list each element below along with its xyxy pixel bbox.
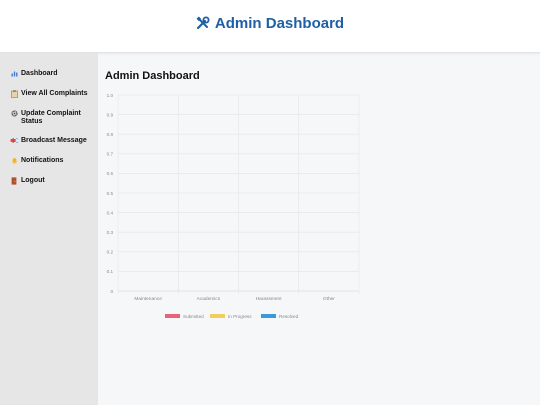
- sidebar-item-broadcast-message[interactable]: Broadcast Message: [10, 137, 94, 147]
- bell-icon: [10, 157, 18, 167]
- sidebar-item-label: Dashboard: [21, 70, 58, 77]
- sidebar-item-notifications[interactable]: Notifications: [10, 157, 94, 167]
- y-tick-label: 0.7: [107, 152, 114, 157]
- y-tick-label: 0.6: [107, 171, 114, 176]
- gear-icon: [10, 110, 18, 120]
- header-title-text: Admin Dashboard: [214, 14, 345, 32]
- legend-label: In Progress: [228, 314, 252, 319]
- y-tick-label: 0.5: [107, 191, 114, 196]
- app-header: Admin Dashboard: [0, 0, 540, 53]
- legend-swatch: [261, 314, 276, 318]
- y-tick-label: 1.0: [107, 93, 114, 98]
- legend-swatch: [210, 314, 225, 318]
- complaints-chart: 0 0.1 0.2 0.3 0.4 0.5 0.6 0.7 0.8 0.9 1.0 Maintenan…: [107, 93, 360, 319]
- door-icon: [10, 177, 18, 188]
- y-tick-label: 0.3: [107, 230, 114, 235]
- y-tick-label: 0.1: [107, 269, 114, 274]
- x-tick-label: Maintenance: [134, 296, 162, 302]
- tools-icon: [196, 16, 210, 30]
- sidebar-item-label: Update Complaint Status: [21, 110, 81, 125]
- x-tick-label: Harassment: [256, 296, 283, 302]
- chart-icon: [10, 70, 18, 80]
- y-tick-label: 0.9: [107, 112, 114, 117]
- megaphone-icon: [10, 137, 18, 147]
- y-tick-label: 0.4: [107, 210, 114, 215]
- clipboard-icon: [10, 90, 18, 101]
- legend-swatch: [165, 314, 180, 318]
- sidebar-item-label: Broadcast Message: [21, 137, 87, 144]
- legend-label: Resolved: [279, 314, 299, 319]
- sidebar-item-label: Logout: [21, 177, 45, 184]
- x-tick-label: Other: [323, 296, 335, 302]
- sidebar-item-label: Notifications: [21, 157, 64, 164]
- legend-label: Submitted: [183, 314, 204, 319]
- y-tick-label: 0.8: [107, 132, 114, 137]
- sidebar-item-label: View All Complaints: [21, 90, 88, 97]
- sidebar-item-view-all-complaints[interactable]: View All Complaints: [10, 90, 94, 101]
- y-tick-label: 0.2: [107, 250, 114, 255]
- header-title: Admin Dashboard: [196, 15, 344, 32]
- y-tick-label: 0: [110, 289, 113, 294]
- sidebar-item-logout[interactable]: Logout: [10, 177, 94, 188]
- sidebar-item-update-complaint-status[interactable]: Update Complaint Status: [10, 110, 94, 126]
- main-content: Admin Dashboard 0 0.1 0.2 0.3 0.4 0.5 0.6 0.7 0.…: [98, 53, 540, 405]
- sidebar-item-dashboard[interactable]: Dashboard: [10, 70, 94, 80]
- sidebar: Dashboard View All Complaints Update Com…: [0, 53, 98, 405]
- x-tick-label: Academics: [197, 296, 221, 302]
